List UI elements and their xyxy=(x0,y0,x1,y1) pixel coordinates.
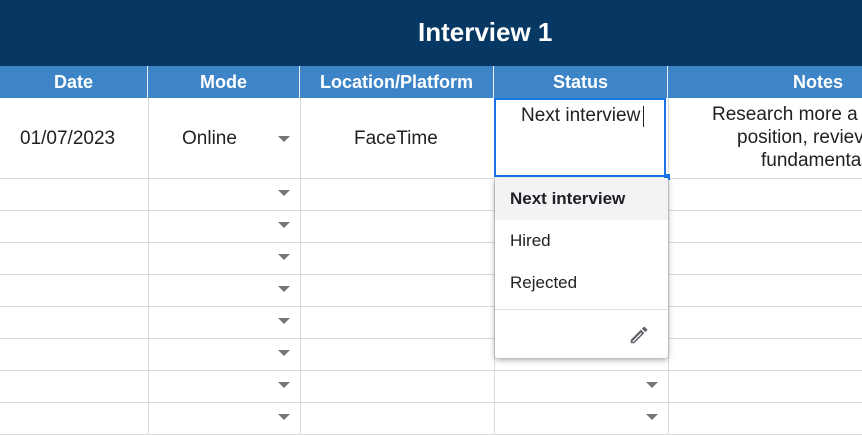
status-input-text[interactable]: Next interview xyxy=(521,105,640,127)
option-hired[interactable]: Hired xyxy=(495,220,668,262)
cell-location[interactable]: FaceTime xyxy=(354,128,438,150)
pencil-icon[interactable] xyxy=(628,324,650,346)
mode-dropdown-arrow-icon[interactable] xyxy=(278,190,290,196)
row-divider xyxy=(0,210,862,211)
header-notes[interactable]: Notes xyxy=(668,66,862,98)
mode-dropdown-arrow-icon[interactable] xyxy=(278,318,290,324)
cell-mode[interactable]: Online xyxy=(182,128,237,150)
text-caret xyxy=(643,106,644,127)
mode-dropdown-arrow-icon[interactable] xyxy=(278,222,290,228)
row-divider xyxy=(0,402,862,403)
menu-divider xyxy=(495,309,668,310)
mode-dropdown-arrow-icon[interactable] xyxy=(278,414,290,420)
sheet-title-banner: Interview 1 xyxy=(0,0,862,66)
status-dropdown-arrow-icon[interactable] xyxy=(646,414,658,420)
sheet-title: Interview 1 xyxy=(418,17,553,47)
cell-date[interactable]: 01/07/2023 xyxy=(20,128,115,150)
column-divider xyxy=(148,98,149,435)
column-divider xyxy=(300,98,301,435)
header-location[interactable]: Location/Platform xyxy=(300,66,494,98)
notes-line: fundamenta xyxy=(761,150,862,171)
row-divider xyxy=(0,370,862,371)
row-divider xyxy=(0,178,862,179)
row-divider xyxy=(0,306,862,307)
mode-dropdown-arrow-icon[interactable] xyxy=(278,286,290,292)
mode-dropdown-arrow-icon[interactable] xyxy=(278,350,290,356)
status-cell-editor[interactable]: Next interview xyxy=(494,98,666,177)
notes-line: Research more a xyxy=(712,104,858,125)
status-dropdown-arrow-icon[interactable] xyxy=(646,382,658,388)
row-divider xyxy=(0,338,862,339)
cell-notes[interactable]: Research more a position, reviev fundame… xyxy=(668,98,862,178)
notes-line: position, reviev xyxy=(737,127,862,148)
header-date[interactable]: Date xyxy=(0,66,148,98)
column-header-row: Date Mode Location/Platform Status Notes xyxy=(0,66,862,98)
mode-dropdown-arrow-icon[interactable] xyxy=(278,136,290,142)
row-divider xyxy=(0,274,862,275)
header-status[interactable]: Status xyxy=(494,66,668,98)
option-rejected[interactable]: Rejected xyxy=(495,262,668,304)
mode-dropdown-arrow-icon[interactable] xyxy=(278,382,290,388)
row-divider xyxy=(0,242,862,243)
header-mode[interactable]: Mode xyxy=(148,66,300,98)
option-next-interview[interactable]: Next interview xyxy=(495,178,668,220)
mode-dropdown-arrow-icon[interactable] xyxy=(278,254,290,260)
